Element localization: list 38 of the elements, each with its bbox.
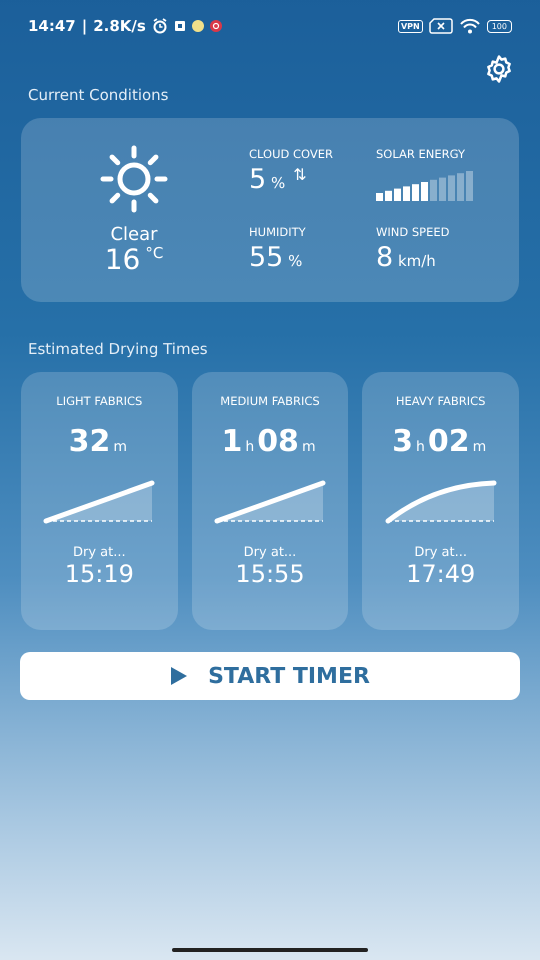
play-icon <box>170 666 188 686</box>
dry-at-label: Dry at... <box>244 545 296 560</box>
drying-duration: 32 m <box>68 424 128 459</box>
alarm-icon <box>152 18 168 34</box>
stat-label: SOLAR ENERGY <box>376 147 466 162</box>
dry-time: 15:55 <box>235 560 305 588</box>
trend-arrows: ⇅ <box>293 165 307 184</box>
network-speed: 2.8K/s <box>93 17 146 35</box>
vpn-indicator: VPN <box>398 20 423 32</box>
drying-duration: 3 h 02 m <box>392 424 488 459</box>
weather-condition: Clear <box>110 224 158 246</box>
status-divider: | <box>82 17 88 35</box>
fabric-label: HEAVY FABRICS <box>396 394 486 408</box>
wifi-icon <box>458 18 481 34</box>
section-title: Estimated Drying Times <box>27 340 209 358</box>
notification-icon <box>210 20 222 32</box>
dry-at-label: Dry at... <box>73 545 126 560</box>
fabric-label: MEDIUM FABRICS <box>220 394 320 408</box>
stat-value: 55 % <box>249 243 302 273</box>
fabric-label: LIGHT FABRICS <box>56 394 142 408</box>
stat-label: CLOUD COVER <box>249 147 334 162</box>
drying-duration: 1 h 08 m <box>221 424 317 459</box>
sun-icon <box>99 144 169 214</box>
dry-at-label: Dry at... <box>414 545 467 560</box>
status-time: 14:47 <box>28 17 76 35</box>
stat-value: 8 km/h <box>376 243 436 273</box>
dry-time: 17:49 <box>406 560 476 588</box>
square-icon <box>174 20 186 32</box>
stat-label: HUMIDITY <box>249 225 307 240</box>
dry-time: 15:19 <box>64 560 134 588</box>
start-timer-button[interactable]: START TIMER <box>20 652 520 700</box>
settings-icon[interactable] <box>484 54 514 84</box>
section-title: Current Conditions <box>27 86 170 104</box>
stat-label: WIND SPEED <box>376 225 450 240</box>
battery-indicator: 100 <box>486 20 512 32</box>
dot-icon <box>192 20 204 32</box>
sim-card-icon <box>428 18 453 34</box>
stat-value: 5 % <box>249 165 286 195</box>
